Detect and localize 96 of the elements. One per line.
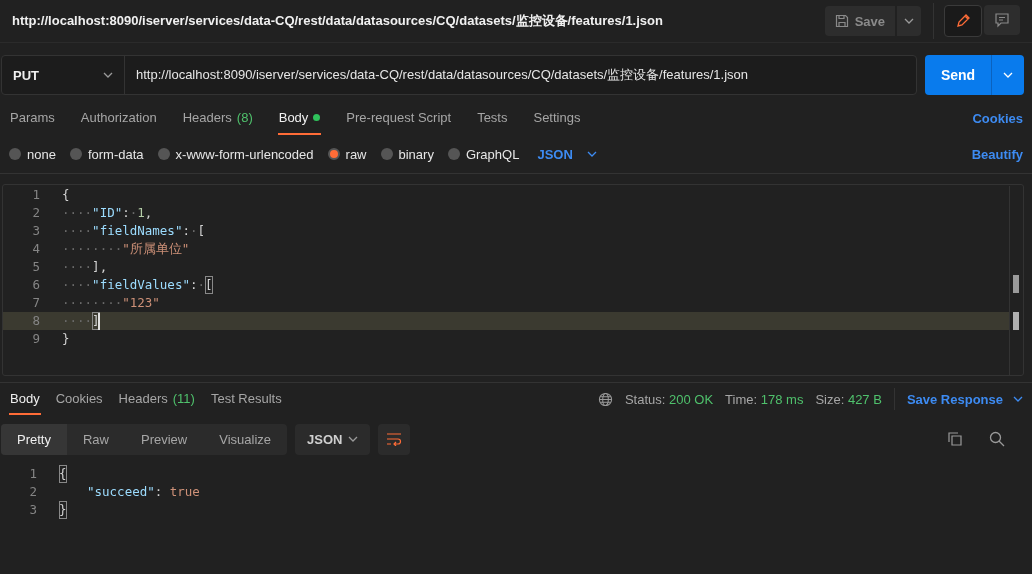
save-icon [834, 14, 849, 28]
body-type-radio[interactable]: none [9, 146, 56, 162]
wrap-lines-button[interactable] [378, 423, 411, 455]
globe-icon [597, 391, 613, 407]
code-token: "succeed" [87, 483, 155, 501]
beautify-link[interactable]: Beautify [971, 146, 1023, 162]
chevron-down-icon [904, 18, 914, 24]
line-number: 2 [31, 204, 40, 222]
chevron-down-icon [1003, 72, 1013, 78]
whitespace-marker: ···· [62, 258, 93, 276]
code-punctuation: , [144, 204, 153, 222]
whitespace-marker: ···· [62, 276, 93, 294]
tab[interactable]: Tests [476, 101, 509, 135]
code-token: "ID" [92, 204, 123, 222]
line-number: 8 [31, 312, 40, 330]
line-number: 6 [31, 276, 40, 294]
code-punctuation: } [59, 501, 67, 519]
code-punctuation: : [182, 222, 190, 240]
code-punctuation: : [189, 276, 198, 294]
code-punctuation: ] [92, 312, 100, 330]
view-tab[interactable]: Raw [66, 423, 125, 455]
chevron-down-icon [586, 151, 597, 157]
whitespace-marker: ···· [62, 222, 93, 240]
line-number: 4 [31, 240, 40, 258]
tab[interactable]: Headers (11) [117, 383, 196, 415]
search-icon[interactable] [989, 431, 1005, 447]
chevron-down-icon [1013, 396, 1023, 402]
line-number: 9 [31, 330, 40, 348]
send-dropdown-button[interactable] [991, 55, 1024, 95]
edit-mode-button[interactable] [944, 5, 982, 37]
chevron-down-icon [348, 436, 359, 442]
tab[interactable]: Body [277, 101, 322, 135]
tab[interactable]: Test Results [209, 383, 283, 415]
send-button[interactable]: Send [925, 55, 991, 95]
scrollbar-thumb[interactable] [1013, 312, 1019, 330]
code-punctuation: , [99, 258, 108, 276]
code-punctuation: [ [205, 276, 213, 294]
whitespace-marker: ···· [62, 312, 93, 330]
code-punctuation: } [62, 330, 70, 348]
tab[interactable]: Headers (8) [181, 101, 254, 135]
code-token: true [169, 483, 200, 501]
cookies-link[interactable]: Cookies [972, 110, 1023, 126]
line-number: 3 [31, 222, 40, 240]
response-stat: Time: 178 ms [725, 391, 804, 407]
save-dropdown-button[interactable] [897, 6, 921, 36]
body-type-radio[interactable]: GraphQL [447, 146, 520, 162]
code-punctuation: : [154, 483, 164, 501]
body-type-radio[interactable]: form-data [69, 146, 144, 162]
whitespace-marker: ········ [62, 240, 123, 258]
format-dropdown[interactable]: JSON [295, 423, 371, 455]
line-number: 1 [28, 465, 37, 483]
wrap-icon [386, 432, 403, 446]
code-token: "fieldValues" [92, 276, 190, 294]
code-token: 1 [137, 204, 145, 222]
comment-icon [994, 12, 1010, 28]
code-punctuation: { [62, 186, 70, 204]
whitespace-marker: ········ [62, 294, 123, 312]
save-button[interactable]: Save [824, 6, 895, 36]
whitespace-marker: · [197, 276, 205, 294]
response-stat: Size: 427 B [815, 391, 882, 407]
scrollbar-thumb[interactable] [1013, 275, 1019, 293]
view-tab[interactable]: Visualize [203, 423, 288, 455]
view-tab[interactable]: Preview [125, 423, 204, 455]
comment-mode-button[interactable] [984, 5, 1020, 35]
tab[interactable]: Body [9, 383, 41, 415]
line-number: 3 [28, 501, 37, 519]
line-number: 5 [31, 258, 40, 276]
save-response-button[interactable]: Save Response [906, 391, 1023, 407]
pencil-icon [955, 13, 971, 29]
response-stat: Status: 200 OK [624, 391, 714, 407]
code-token: "fieldNames" [92, 222, 183, 240]
code-editor[interactable]: 1 { 2 ····"ID":·1, 3 ····"fieldNames":·[ 4 ········"所属单位" 5 ····], 6 ····"fieldValues":·[ 7 ········"123" 8 ····] 9 } [2, 184, 1024, 376]
code-punctuation: [ [197, 222, 205, 240]
tab[interactable]: Settings [532, 101, 582, 135]
line-number: 1 [31, 186, 40, 204]
body-type-radio[interactable]: binary [380, 146, 434, 162]
code-punctuation: ] [92, 258, 100, 276]
copy-icon[interactable] [947, 431, 963, 447]
tab[interactable]: Pre-request Script [345, 101, 453, 135]
tab[interactable]: Cookies [54, 383, 104, 415]
code-punctuation: : [122, 204, 130, 222]
code-token: "所属单位" [122, 240, 190, 258]
line-number: 2 [28, 483, 37, 501]
tab[interactable]: Authorization [79, 101, 158, 135]
format-dropdown[interactable]: JSON [537, 146, 597, 162]
whitespace-marker: · [129, 204, 138, 222]
tab[interactable]: Params [9, 101, 56, 135]
whitespace-marker: ···· [62, 204, 93, 222]
code-token: "123" [122, 294, 160, 312]
line-number: 7 [31, 294, 40, 312]
view-tab[interactable]: Pretty [1, 423, 67, 455]
body-type-radio[interactable]: raw [327, 146, 367, 162]
whitespace-marker: · [189, 222, 198, 240]
code-punctuation: { [59, 465, 67, 483]
body-type-radio[interactable]: x-www-form-urlencoded [157, 146, 314, 162]
request-title: http://localhost:8090/iserver/services/data-CQ/rest/data/datasources/CQ/datasets/监控设备/features/1.json [12, 12, 664, 30]
